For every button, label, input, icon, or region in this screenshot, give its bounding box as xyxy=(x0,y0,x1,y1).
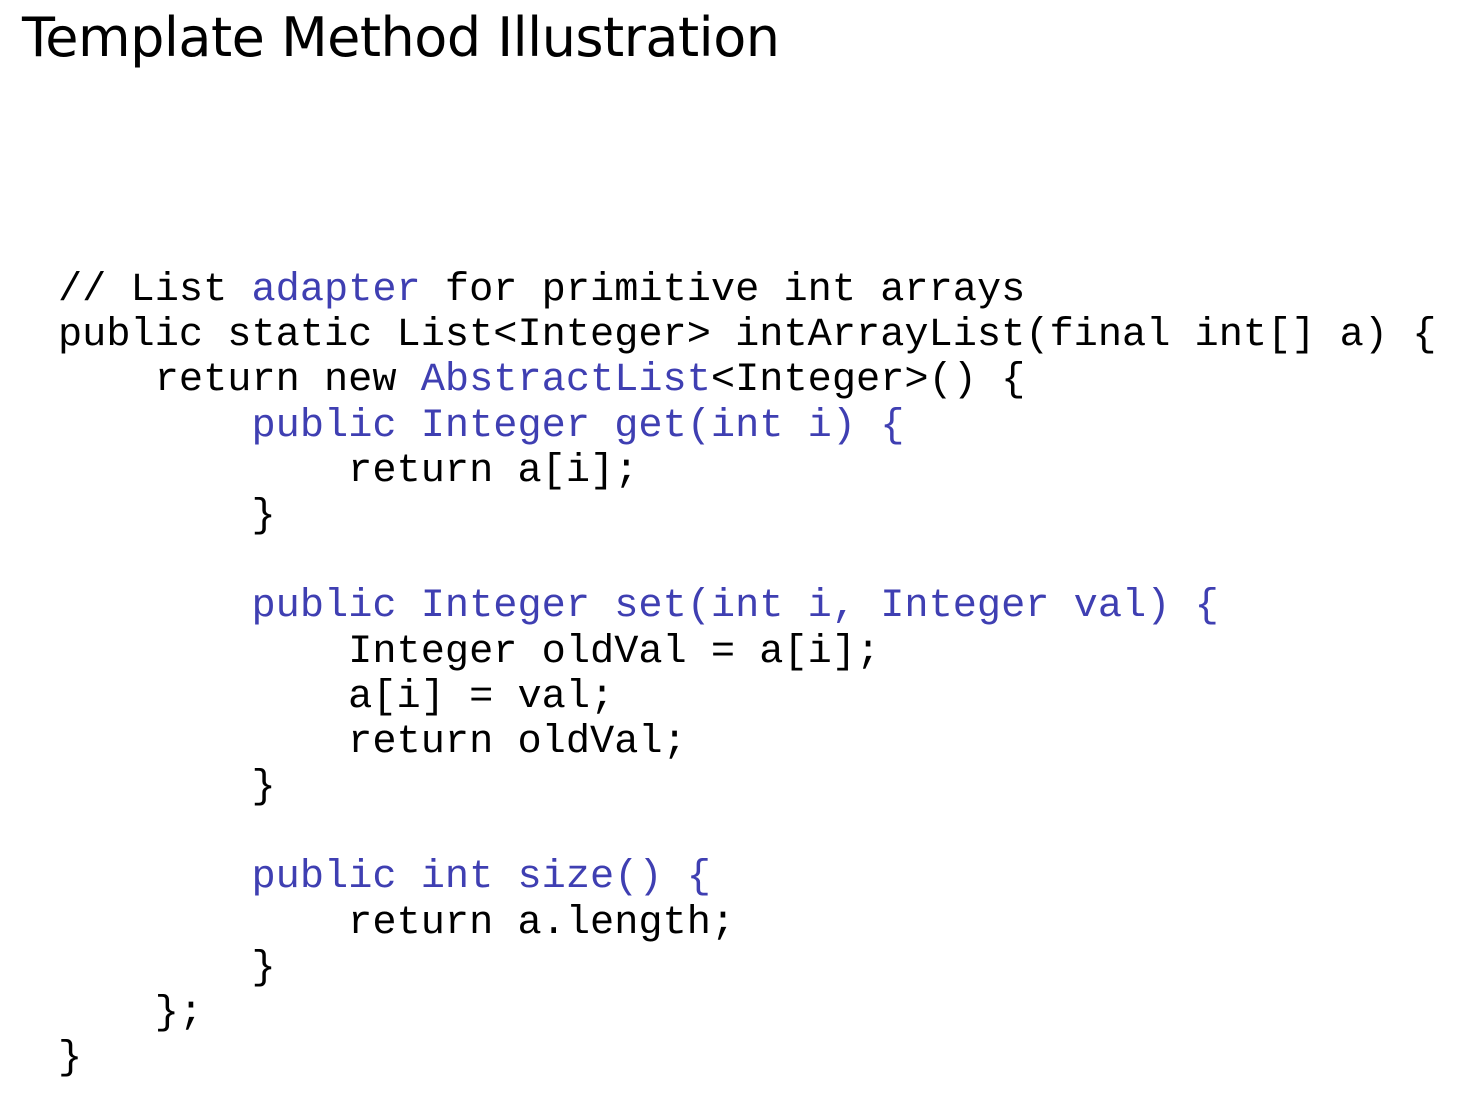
code-text: return new xyxy=(58,357,421,404)
code-line: Integer oldVal = a[i]; xyxy=(58,628,1436,675)
code-highlight: public int size() { xyxy=(251,854,711,901)
slide-title: Template Method Illustration xyxy=(22,6,780,69)
code-text: } xyxy=(58,764,276,811)
code-text: }; xyxy=(58,990,204,1036)
code-line: return oldVal; xyxy=(58,718,1436,765)
code-line: public Integer get(int i) { xyxy=(58,402,1436,449)
code-line: public Integer set(int i, Integer val) { xyxy=(58,584,1436,629)
code-line: a[i] = val; xyxy=(58,673,1436,720)
code-block: // List adapter for primitive int arrays… xyxy=(58,267,1436,1081)
code-text: return oldVal; xyxy=(58,718,687,765)
code-text: Integer oldVal = a[i]; xyxy=(58,628,881,675)
code-line: } xyxy=(58,1036,1436,1081)
code-highlight: AbstractList xyxy=(420,357,711,404)
code-line: } xyxy=(58,944,1436,991)
code-text: } xyxy=(58,492,276,539)
code-highlight: adapter xyxy=(251,267,421,313)
code-line: return a.length; xyxy=(58,899,1436,946)
code-text: public static List<Integer> intArrayList… xyxy=(58,312,1437,359)
code-text: // List xyxy=(58,267,252,313)
code-text: <Integer>() { xyxy=(710,357,1026,404)
code-text: } xyxy=(58,1035,83,1082)
code-text: return a[i]; xyxy=(58,447,639,494)
code-line: // List adapter for primitive int arrays xyxy=(58,267,1436,313)
code-highlight: public Integer set(int i, Integer val) { xyxy=(251,583,1219,630)
code-line: return a[i]; xyxy=(58,447,1436,494)
code-text: for primitive int arrays xyxy=(420,267,1026,313)
code-line: } xyxy=(58,492,1436,539)
code-text: return a.length; xyxy=(58,899,736,946)
code-text: a[i] = val; xyxy=(58,673,615,720)
code-line: public int size() { xyxy=(58,855,1436,900)
code-line: } xyxy=(58,764,1436,811)
code-line: public static List<Integer> intArrayList… xyxy=(58,313,1436,358)
code-line: }; xyxy=(58,990,1436,1036)
code-highlight: public Integer get(int i) { xyxy=(251,402,905,449)
code-text: } xyxy=(58,944,276,991)
code-line: return new AbstractList<Integer>() { xyxy=(58,358,1436,403)
